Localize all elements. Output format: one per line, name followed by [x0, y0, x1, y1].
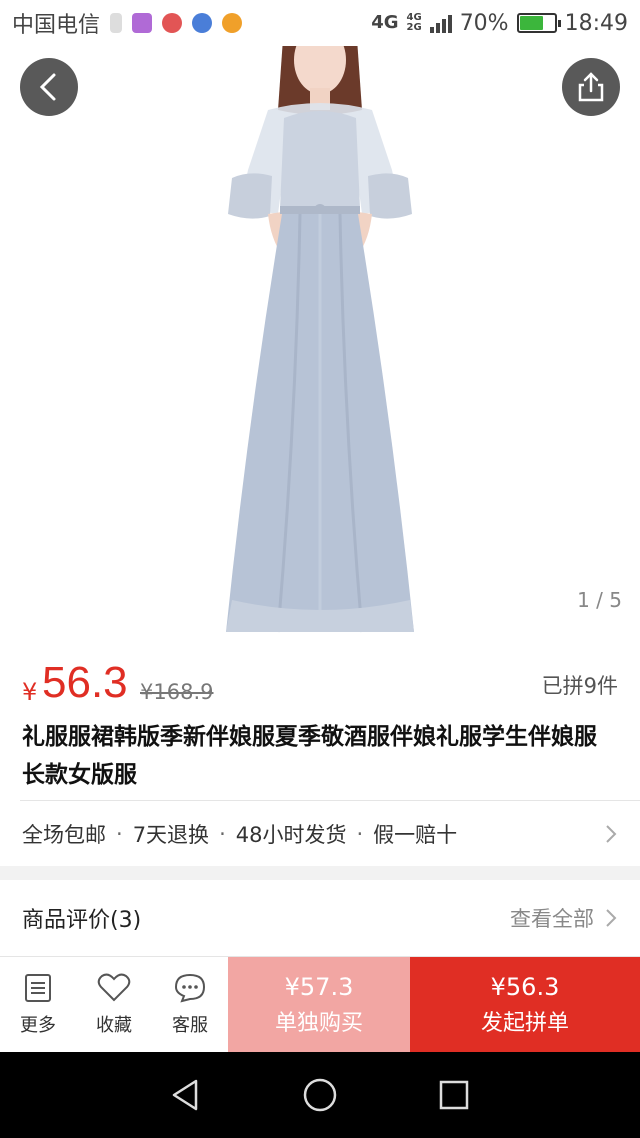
carrier-name: 中国电信: [12, 13, 101, 38]
service-free-shipping: 全场包邮: [22, 823, 106, 847]
network-dual: 4G 2G: [406, 12, 422, 33]
service-separator: ·: [219, 822, 226, 846]
favorite-label: 收藏: [96, 1014, 132, 1036]
share-button[interactable]: [562, 58, 620, 116]
orange-notification-icon: [222, 13, 243, 33]
reviews-title: 商品评价(3): [22, 908, 142, 933]
system-nav-bar: [0, 1052, 640, 1138]
buy-alone-button[interactable]: ¥57.3 单独购买: [228, 957, 410, 1052]
nav-home-icon[interactable]: [302, 1077, 338, 1113]
dress-photo: [0, 0, 640, 640]
group-buy-label: 发起拼单: [480, 1010, 569, 1036]
chat-icon: [174, 973, 206, 1002]
service-separator: ·: [116, 822, 123, 846]
customer-service-button[interactable]: 客服: [152, 957, 228, 1052]
original-price: ¥168.9: [140, 680, 214, 704]
service-7day-return: 7天退换: [132, 823, 210, 847]
divider: [20, 800, 640, 801]
image-pager: 1 / 5: [577, 588, 622, 612]
product-title: 礼服服裙韩版季新伴娘服夏季敬酒服伴娘礼服学生伴娘服长款女版服: [22, 724, 597, 788]
heart-icon: [97, 973, 131, 1001]
service-48h-ship: 48小时发货: [235, 823, 347, 847]
share-icon: [578, 72, 604, 102]
product-info: ¥ 56.3 ¥168.9 已拼9件 礼服服裙韩版季新伴娘服夏季敬酒服伴娘礼服学…: [0, 640, 640, 866]
buy-alone-price: ¥57.3: [284, 972, 354, 1001]
network-type: 4G: [371, 12, 399, 33]
flower-notification-icon: [162, 13, 183, 33]
group-buy-price: ¥56.3: [490, 972, 560, 1001]
service-row[interactable]: 全场包邮 · 7天退换 · 48小时发货 · 假一赔十: [0, 802, 640, 866]
sim-icon: [110, 13, 123, 33]
more-button[interactable]: 更多: [0, 957, 76, 1052]
more-icon: [25, 973, 51, 1002]
clock: 18:49: [564, 10, 628, 36]
more-label: 更多: [20, 1014, 56, 1036]
signal-icon: [429, 13, 452, 33]
battery-level: [519, 16, 544, 30]
nav-back-icon[interactable]: [170, 1078, 202, 1112]
buy-alone-label: 单独购买: [274, 1010, 363, 1036]
nav-recents-icon[interactable]: [438, 1079, 470, 1111]
battery-percent: 70%: [459, 10, 509, 36]
favorite-button[interactable]: 收藏: [76, 957, 152, 1052]
view-all-label: 查看全部: [510, 907, 594, 931]
product-image[interactable]: [0, 0, 640, 640]
chevron-right-icon: [606, 825, 617, 843]
status-bar: 中国电信 4G 4G 2G 70% 18:49: [0, 0, 640, 46]
service-guarantee: 假一赔十: [373, 823, 458, 847]
customer-service-label: 客服: [172, 1014, 208, 1036]
action-bar: 更多 收藏 客服 ¥57.3 单独购买 ¥56.3 发起拼单: [0, 956, 640, 1052]
battery-icon: [516, 13, 561, 33]
currency-symbol: ¥: [22, 678, 38, 706]
view-all-reviews[interactable]: 查看全部: [510, 903, 618, 933]
back-button[interactable]: [20, 58, 78, 116]
reviews-row[interactable]: 商品评价(3) 查看全部: [0, 880, 640, 956]
service-separator: ·: [356, 822, 364, 846]
paw-notification-icon: [192, 13, 213, 33]
back-icon: [39, 73, 56, 101]
sold-count: 已拼9件: [541, 674, 618, 698]
price: 56.3: [42, 658, 128, 707]
price-row: ¥ 56.3 ¥168.9 已拼9件: [20, 658, 620, 714]
group-buy-button[interactable]: ¥56.3 发起拼单: [410, 957, 640, 1052]
app-notification-icon: [132, 13, 153, 33]
chevron-right-icon: [606, 909, 617, 927]
